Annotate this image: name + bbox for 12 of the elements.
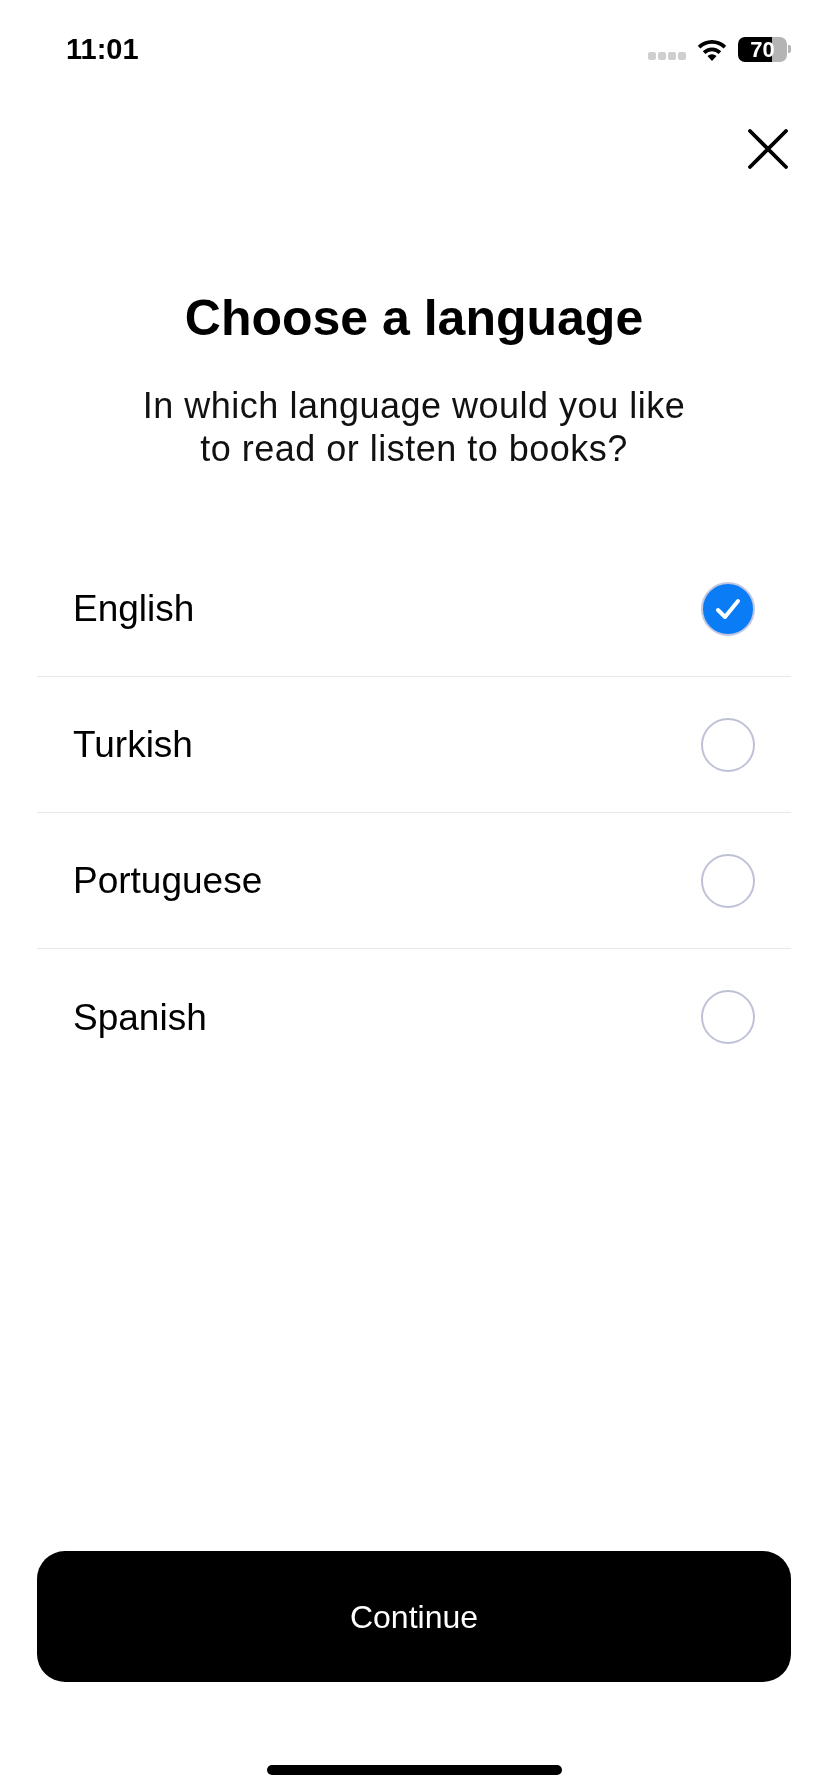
close-button[interactable] [748,129,788,169]
page-subtitle: In which language would you like to read or listen to books? [141,384,687,470]
language-option[interactable]: English [37,541,791,677]
language-option[interactable]: Turkish [37,677,791,813]
wifi-icon [696,37,728,61]
close-icon [748,129,788,169]
language-option[interactable]: Spanish [37,949,791,1085]
signal-icon [648,52,686,60]
status-time: 11:01 [66,34,139,64]
continue-button[interactable]: Continue [37,1551,791,1682]
page-title: Choose a language [183,289,645,347]
language-option[interactable]: Portuguese [37,813,791,949]
